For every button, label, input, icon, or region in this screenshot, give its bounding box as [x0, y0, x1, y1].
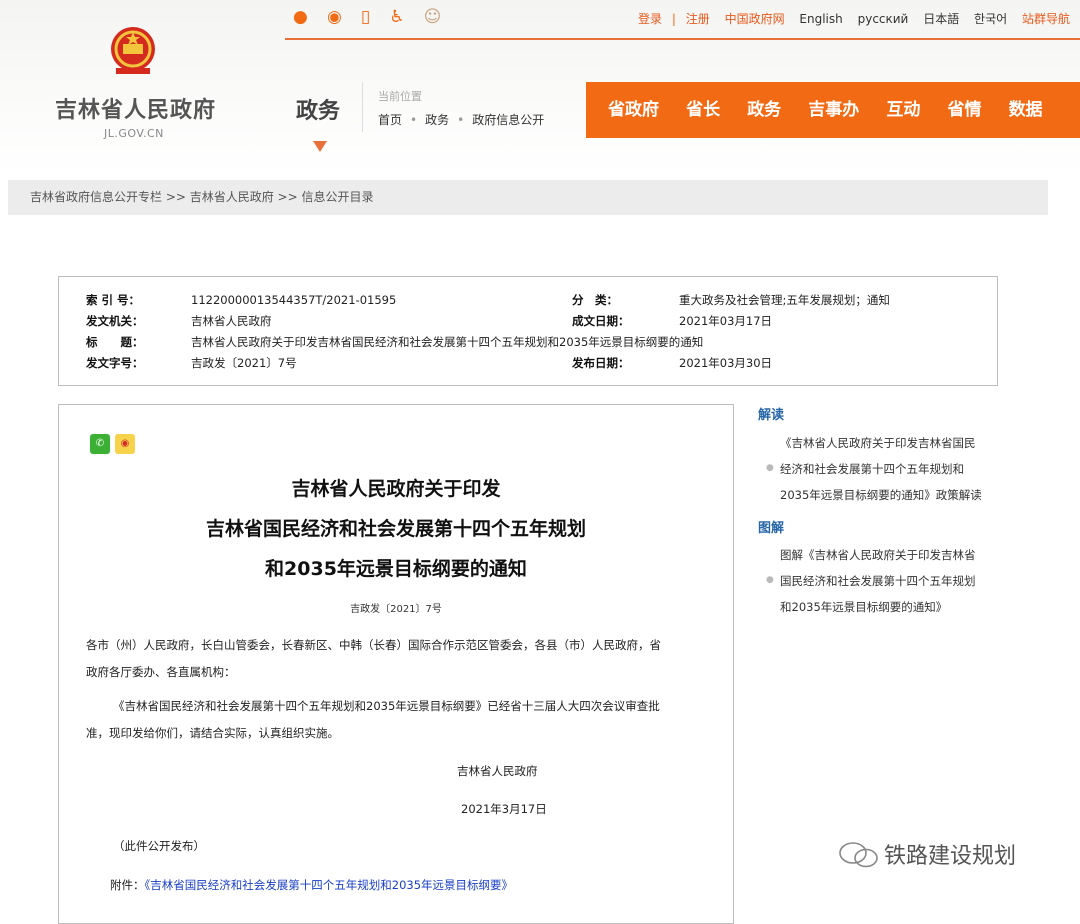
body-line2: 准，现印发给你们，请结合实际，认真组织实施。	[86, 726, 339, 740]
document-metadata: 索 引 号： 11220000013544357T/2021-01595 分 类…	[58, 276, 998, 386]
attachment: 附件：《吉林省国民经济和社会发展第十四个五年规划和2035年远景目标纲要》	[110, 872, 513, 899]
bullet-icon: ●	[766, 575, 774, 585]
nav-data[interactable]: 数据	[1009, 82, 1043, 138]
signer: 吉林省人民政府	[457, 764, 538, 778]
publication-note: （此件公开发布）	[113, 839, 205, 853]
sidebar-interpretation: 解读	[758, 404, 784, 423]
location-home[interactable]: 首页	[378, 113, 402, 127]
mobile-icon[interactable]: ▯	[361, 6, 370, 28]
document-title-line1: 吉林省人民政府关于印发	[291, 478, 501, 500]
document-title-line2: 吉林省国民经济和社会发展第十四个五年规划	[205, 518, 586, 540]
title-value: 吉林省人民政府关于印发吉林省国民经济和社会发展第十四个五年规划和2035年远景目…	[191, 335, 704, 349]
breadcrumb[interactable]: 吉林省政府信息公开专栏 >> 吉林省人民政府 >> 信息公开目录	[8, 180, 1048, 215]
japanese-link[interactable]: 日本語	[923, 12, 959, 26]
dot-separator: •	[457, 113, 465, 127]
sign-date: 2021年3月17日	[461, 802, 547, 816]
main-nav: 省政府 省长 政务 吉事办 互动 省情 数据	[586, 82, 1080, 138]
interpret-heading: 解读	[758, 408, 785, 423]
gov-cn-link[interactable]: 中国政府网	[725, 12, 785, 26]
date-label: 成文日期：	[572, 314, 630, 328]
korean-link[interactable]: 한국어	[974, 12, 1007, 26]
nav-provincial-gov[interactable]: 省政府	[608, 82, 659, 138]
header-divider	[285, 38, 1080, 40]
publish-label: 发布日期：	[572, 356, 630, 370]
top-links: 登录 | 注册 中国政府网 English русский 日本語 한국어 站群…	[627, 10, 1070, 28]
publish-value: 2021年03月30日	[679, 356, 773, 370]
attachment-label: 附件：	[110, 878, 145, 892]
wechat-watermark-icon	[839, 842, 878, 868]
category-label: 分 类：	[572, 293, 618, 307]
graphic-line2[interactable]: 国民经济和社会发展第十四个五年规划	[780, 568, 976, 594]
bullet-icon: ●	[766, 463, 774, 473]
document-number: 吉政发〔2021〕7号	[350, 604, 442, 615]
nav-governor[interactable]: 省长	[686, 82, 720, 138]
sidebar-graphic: 图解	[758, 517, 784, 536]
dot-separator: •	[410, 113, 418, 127]
index-value: 11220000013544357T/2021-01595	[191, 293, 397, 307]
section-indicator-icon	[313, 141, 327, 152]
graphic-heading: 图解	[758, 521, 785, 536]
document-title-line3: 和2035年远景目标纲要的通知	[265, 558, 527, 580]
wechat-icon[interactable]: ●	[293, 6, 308, 28]
nav-province-info[interactable]: 省情	[947, 82, 981, 138]
wechat-share-icon[interactable]: ✆	[90, 434, 110, 454]
location-affairs[interactable]: 政务	[425, 113, 449, 127]
location-info-disclosure[interactable]: 政府信息公开	[472, 113, 544, 127]
site-domain: JL.GOV.CN	[104, 127, 164, 140]
graphic-line1[interactable]: 图解《吉林省人民政府关于印发吉林省	[780, 542, 976, 568]
graphic-line3[interactable]: 和2035年远景目标纲要的通知》	[780, 594, 976, 620]
watermark-text: 铁路建设规划	[884, 844, 1017, 869]
location-path: 首页 • 政务 • 政府信息公开	[378, 111, 544, 128]
docno-value: 吉政发〔2021〕7号	[191, 356, 297, 370]
header-separator	[362, 82, 363, 132]
interpret-line1[interactable]: 《吉林省人民政府关于印发吉林省国民	[780, 430, 982, 456]
site-nav-link[interactable]: 站群导航	[1022, 12, 1070, 26]
weibo-share-icon[interactable]: ◉	[115, 434, 135, 454]
russian-link[interactable]: русский	[858, 12, 909, 26]
login-link[interactable]: 登录	[638, 12, 662, 26]
nav-jishiban[interactable]: 吉事办	[808, 82, 859, 138]
docno-label: 发文字号：	[86, 356, 144, 370]
recipients-line1: 各市（州）人民政府，长白山管委会，长春新区、中韩（长春）国际合作示范区管委会，各…	[86, 638, 661, 652]
index-label: 索 引 号：	[86, 293, 141, 307]
attachment-link[interactable]: 《吉林省国民经济和社会发展第十四个五年规划和2035年远景目标纲要》	[145, 878, 514, 892]
title-label: 标 题：	[86, 335, 144, 349]
nav-affairs[interactable]: 政务	[747, 82, 781, 138]
recipients-line2: 政府各厅委办、各直属机构：	[86, 665, 236, 679]
nav-interaction[interactable]: 互动	[886, 82, 920, 138]
section-title: 政务	[296, 99, 341, 124]
body-line1: 《吉林省国民经济和社会发展第十四个五年规划和2035年远景目标纲要》已经省十三届…	[113, 699, 660, 713]
register-link[interactable]: 注册	[686, 12, 710, 26]
date-value: 2021年03月17日	[679, 314, 773, 328]
english-link[interactable]: English	[799, 12, 842, 26]
location-label: 当前位置	[378, 90, 422, 103]
accessibility-icon[interactable]: ♿	[389, 6, 404, 28]
link-separator: |	[671, 12, 676, 26]
national-emblem-icon	[111, 27, 155, 74]
weibo-icon[interactable]: ◉	[327, 6, 342, 28]
top-icon-bar: ● ◉ ▯ ♿ ☺	[293, 6, 455, 28]
interpret-line3[interactable]: 2035年远景目标纲要的通知》政策解读	[780, 482, 982, 508]
site-title[interactable]: 吉林省人民政府	[55, 92, 216, 124]
issuer-value: 吉林省人民政府	[191, 314, 272, 328]
graphic-link[interactable]: 图解《吉林省人民政府关于印发吉林省 国民经济和社会发展第十四个五年规划 和203…	[780, 542, 976, 620]
category-value: 重大政务及社会管理;五年发展规划；通知	[679, 293, 890, 307]
mascot-icon[interactable]: ☺	[424, 6, 442, 28]
interpret-line2[interactable]: 经济和社会发展第十四个五年规划和	[780, 456, 982, 482]
interpret-link[interactable]: 《吉林省人民政府关于印发吉林省国民 经济和社会发展第十四个五年规划和 2035年…	[780, 430, 982, 508]
issuer-label: 发文机关：	[86, 314, 144, 328]
